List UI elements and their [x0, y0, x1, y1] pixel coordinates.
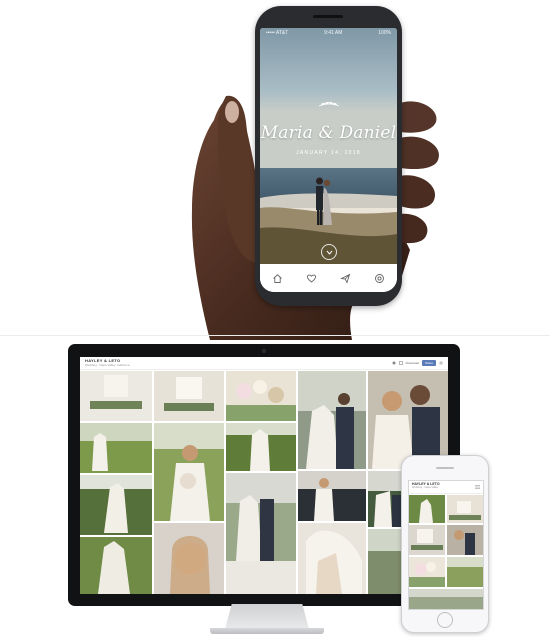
battery-label: 100% — [378, 30, 391, 36]
tab-camera[interactable] — [373, 271, 387, 285]
smartphone-device: ••••• AT&T 9:41 AM 100% Maria & Daniel J… — [255, 6, 402, 306]
monitor-camera — [262, 349, 266, 353]
monitor-stand-base — [210, 628, 324, 634]
gallery-photo[interactable] — [447, 495, 483, 523]
phone-speaker — [436, 467, 454, 469]
status-bar: ••••• AT&T 9:41 AM 100% — [260, 28, 397, 38]
gallery-photo[interactable] — [154, 423, 224, 521]
gallery-photo[interactable] — [226, 473, 296, 594]
phone-speaker — [313, 15, 343, 18]
clock-label: 9:41 AM — [324, 30, 343, 36]
heart-icon[interactable] — [392, 361, 396, 365]
site-subtitle: Wedding · Napa Valley, California — [85, 363, 130, 367]
hero-photo — [260, 28, 397, 264]
phone-screen: ••••• AT&T 9:41 AM 100% Maria & Daniel J… — [260, 28, 397, 292]
share-button[interactable]: Share — [421, 360, 436, 366]
heart-icon — [306, 274, 316, 283]
gallery-photo[interactable] — [80, 537, 152, 594]
couple-names-title: Maria & Daniel — [260, 123, 397, 143]
gallery-photo[interactable] — [298, 471, 366, 521]
wedding-date: JANUARY 14, 2018 — [296, 150, 361, 156]
desktop-screen: HAYLEY & LETO Wedding · Napa Valley, Cal… — [80, 357, 448, 594]
section-divider — [0, 335, 550, 336]
camera-icon — [375, 273, 385, 283]
site-header: HAYLEY & LETO Wedding · Napa Valley, Cal… — [80, 357, 448, 370]
gallery-photo[interactable] — [154, 371, 224, 421]
photo-gallery-grid — [80, 371, 448, 594]
home-button[interactable] — [437, 612, 453, 628]
home-icon — [272, 273, 282, 283]
monitor-stand — [225, 604, 309, 629]
menu-icon[interactable] — [439, 361, 443, 365]
small-phone-screen: HAYLEY & LETO Wedding · Napa Valley — [408, 480, 484, 610]
tab-bar — [260, 264, 397, 292]
menu-icon[interactable] — [475, 485, 480, 489]
mobile-site-subtitle: Wedding · Napa Valley — [412, 486, 439, 489]
gallery-photo[interactable] — [409, 495, 445, 523]
site-branding: HAYLEY & LETO Wedding · Napa Valley, Cal… — [85, 359, 130, 368]
mobile-site-header: HAYLEY & LETO Wedding · Napa Valley — [409, 481, 483, 494]
gallery-photo[interactable] — [226, 371, 296, 421]
gallery-photo[interactable] — [298, 523, 366, 594]
tab-home[interactable] — [270, 271, 284, 285]
gallery-photo[interactable] — [447, 525, 483, 555]
mobile-photo-grid — [409, 495, 483, 609]
site-toolbar: Download Share — [392, 360, 443, 366]
gallery-photo[interactable] — [80, 371, 152, 421]
gallery-photo[interactable] — [409, 589, 483, 609]
gallery-photo[interactable] — [409, 525, 445, 555]
gallery-photo[interactable] — [80, 423, 152, 473]
gallery-photo[interactable] — [226, 423, 296, 471]
gallery-photo[interactable] — [298, 371, 366, 469]
gallery-photo[interactable] — [447, 557, 483, 587]
leaf-sprig-icon — [318, 101, 340, 107]
gallery-photo[interactable] — [154, 523, 224, 594]
gallery-photo[interactable] — [409, 557, 445, 587]
chevron-down-icon — [326, 250, 332, 255]
download-link[interactable]: Download — [406, 361, 419, 365]
grid-icon[interactable] — [398, 361, 403, 365]
small-smartphone-device: HAYLEY & LETO Wedding · Napa Valley — [401, 455, 489, 633]
scroll-down-button[interactable] — [321, 244, 337, 260]
tab-favorites[interactable] — [304, 271, 318, 285]
carrier-label: ••••• AT&T — [266, 30, 289, 36]
send-icon — [340, 273, 351, 284]
gallery-photo[interactable] — [80, 475, 152, 535]
tab-share[interactable] — [339, 271, 353, 285]
